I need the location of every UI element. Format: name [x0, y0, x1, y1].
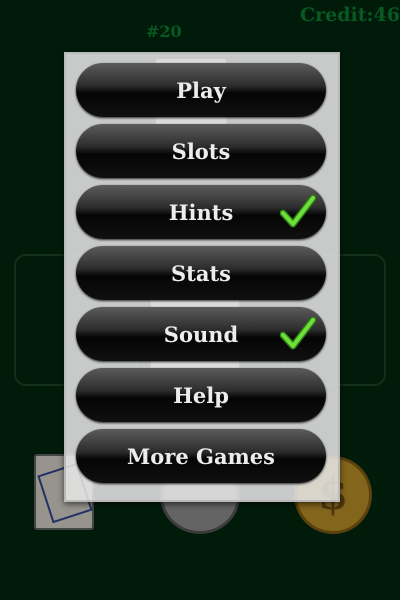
sound-button[interactable]: Sound	[76, 307, 326, 361]
slots-label: Slots	[171, 138, 231, 164]
help-label: Help	[173, 382, 229, 408]
hints-checkmark-icon	[280, 194, 316, 228]
main-menu: Play Slots Hints Stats Sound Help More G…	[64, 52, 340, 502]
help-button[interactable]: Help	[76, 368, 326, 422]
stats-label: Stats	[171, 260, 231, 286]
play-label: Play	[176, 77, 226, 103]
sound-checkmark-icon	[280, 316, 316, 350]
sound-label: Sound	[163, 321, 239, 347]
slots-button[interactable]: Slots	[76, 124, 326, 178]
play-button[interactable]: Play	[76, 63, 326, 117]
hints-button[interactable]: Hints	[76, 185, 326, 239]
more-games-button[interactable]: More Games	[76, 429, 326, 483]
hints-label: Hints	[168, 199, 234, 225]
stats-button[interactable]: Stats	[76, 246, 326, 300]
more-games-label: More Games	[127, 443, 275, 469]
